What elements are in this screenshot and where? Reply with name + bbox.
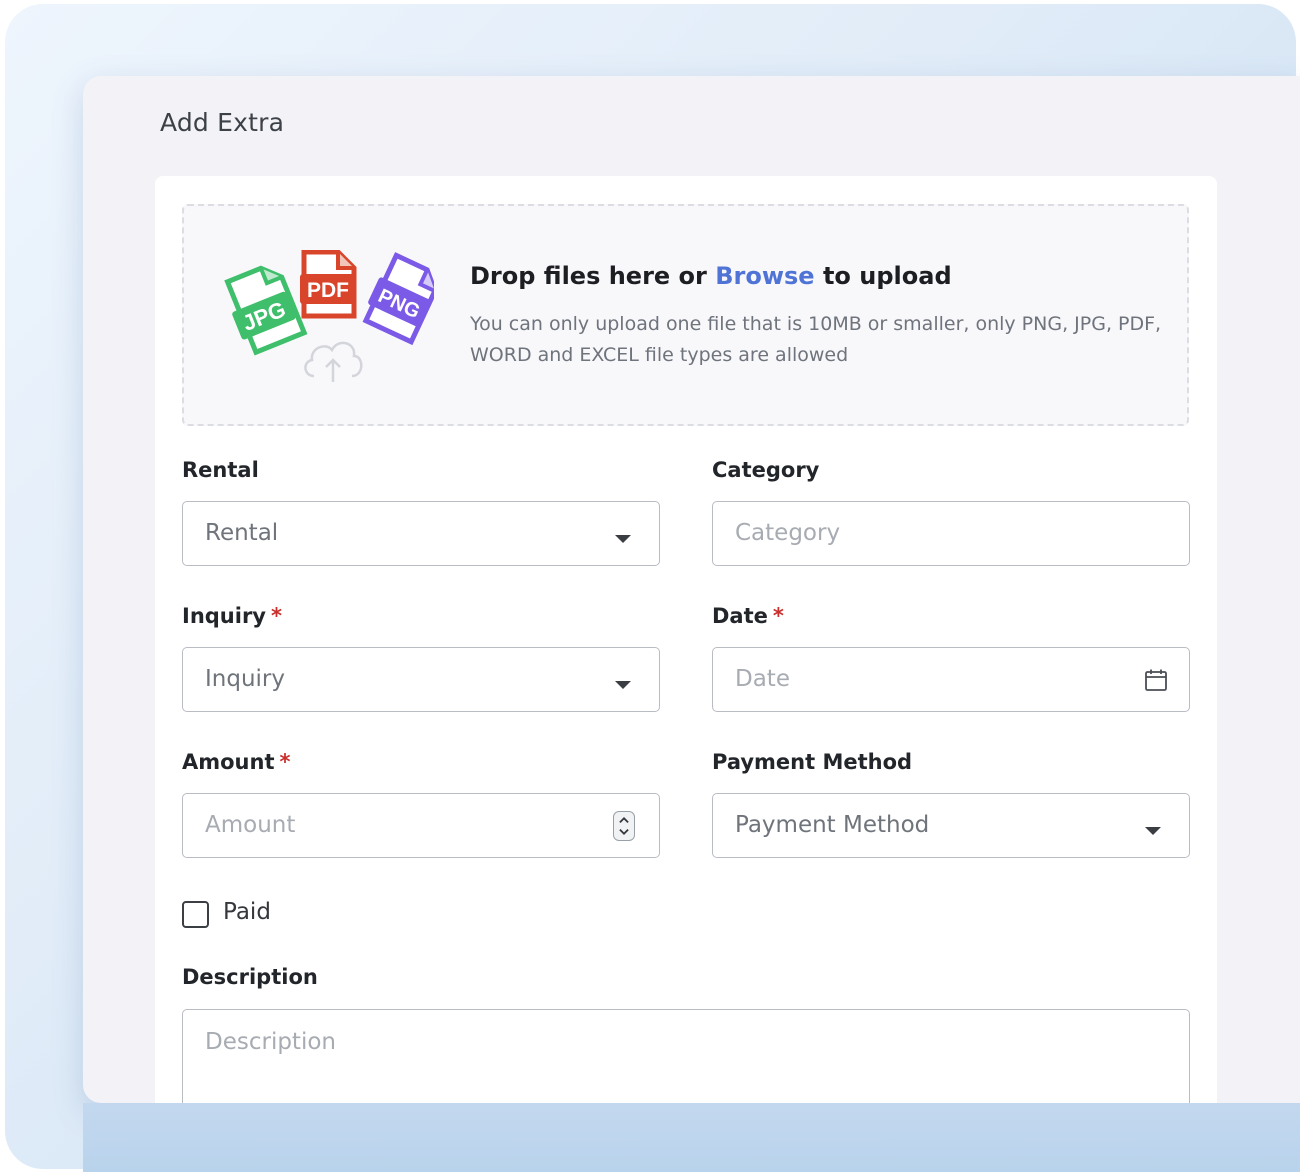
inquiry-label-text: Inquiry xyxy=(182,604,266,628)
paid-checkbox-label[interactable]: Paid xyxy=(223,899,271,925)
date-input[interactable]: Date xyxy=(712,647,1190,712)
dropzone-title-text: Drop files here or xyxy=(470,262,716,290)
dropzone-title-suffix: to upload xyxy=(814,262,952,290)
dropzone-title: Drop files here or Browse to upload xyxy=(470,262,952,290)
date-label: Date * xyxy=(712,604,784,628)
inquiry-select[interactable]: Inquiry xyxy=(182,647,660,712)
description-placeholder: Description xyxy=(205,1029,336,1055)
amount-placeholder: Amount xyxy=(205,812,296,838)
number-stepper-icon[interactable] xyxy=(613,811,635,841)
rental-label: Rental xyxy=(182,458,259,482)
required-mark: * xyxy=(271,604,282,628)
calendar-icon[interactable] xyxy=(1143,667,1169,693)
payment-method-select[interactable]: Payment Method xyxy=(712,793,1190,858)
chevron-down-icon xyxy=(615,681,631,689)
dropzone-hint: You can only upload one file that is 10M… xyxy=(470,313,1162,366)
page-title: Add Extra xyxy=(160,108,285,137)
amount-input[interactable]: Amount xyxy=(182,793,660,858)
payment-method-label: Payment Method xyxy=(712,750,913,774)
browse-link[interactable]: Browse xyxy=(715,262,814,290)
png-file-icon: PNG xyxy=(362,252,434,346)
amount-label: Amount * xyxy=(182,750,291,774)
date-label-text: Date xyxy=(712,604,768,628)
payment-method-select-value: Payment Method xyxy=(735,812,930,838)
required-mark: * xyxy=(772,604,784,628)
rental-select[interactable]: Rental xyxy=(182,501,660,566)
cloud-upload-icon xyxy=(304,341,363,382)
chevron-down-icon xyxy=(1145,827,1161,835)
file-types-illustration: JPG PDF PNG xyxy=(224,250,434,382)
chevron-down-icon xyxy=(615,535,631,543)
category-placeholder: Category xyxy=(735,520,841,546)
category-input[interactable]: Category xyxy=(712,501,1190,566)
inquiry-select-value: Inquiry xyxy=(205,666,285,692)
category-label: Category xyxy=(712,458,820,482)
frame-bottom-strip xyxy=(83,1103,1300,1172)
paid-checkbox[interactable] xyxy=(182,901,209,928)
description-label: Description xyxy=(182,965,318,989)
required-mark: * xyxy=(279,750,291,774)
rental-select-value: Rental xyxy=(205,520,279,546)
jpg-file-icon: JPG xyxy=(224,265,308,356)
pdf-file-icon: PDF xyxy=(300,250,357,319)
date-placeholder: Date xyxy=(735,666,790,692)
svg-text:PDF: PDF xyxy=(307,279,349,302)
amount-label-text: Amount xyxy=(182,750,275,774)
inquiry-label: Inquiry * xyxy=(182,604,282,628)
